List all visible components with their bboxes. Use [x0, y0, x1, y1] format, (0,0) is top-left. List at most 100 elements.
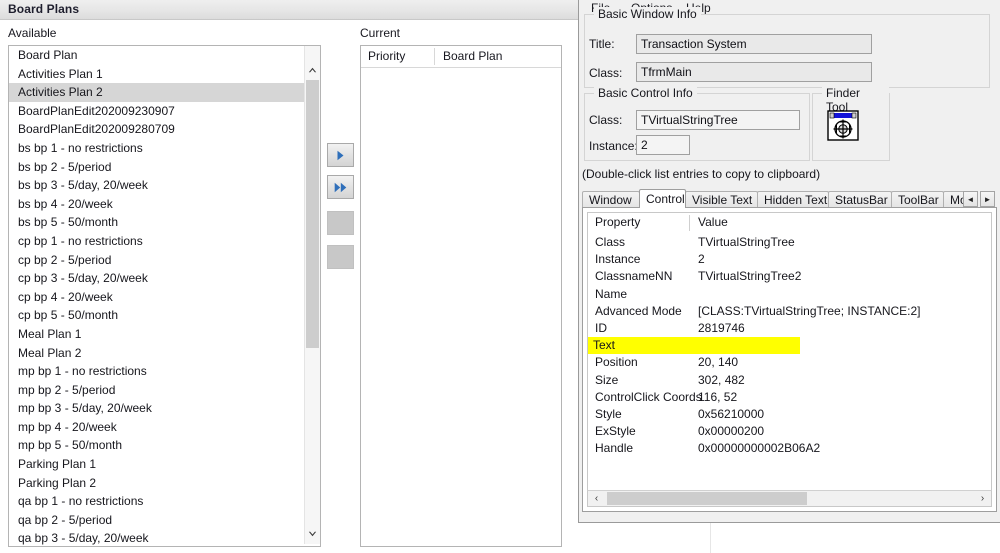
list-item[interactable]: bs bp 5 - 50/month: [9, 213, 305, 232]
property-name: Name: [595, 286, 628, 301]
list-item[interactable]: qa bp 2 - 5/period: [9, 511, 305, 530]
property-list-panel: Property Value Class TVirtualStringTree In…: [582, 207, 997, 512]
property-rows[interactable]: Class TVirtualStringTree Instance 2 Classnam…: [588, 234, 991, 457]
property-name: Class: [595, 235, 626, 249]
list-item[interactable]: cp bp 3 - 5/day, 20/week: [9, 269, 305, 288]
control-class-field[interactable]: TVirtualStringTree: [636, 110, 800, 130]
property-value: 2819746: [698, 320, 745, 335]
move-left-button: [327, 211, 354, 235]
available-list[interactable]: Board Plan Activities Plan 1 Activities Pl…: [9, 46, 305, 546]
table-row[interactable]: Instance 2: [588, 251, 991, 268]
table-row[interactable]: ID 2819746: [588, 320, 991, 337]
table-row[interactable]: Style 0x56210000: [588, 406, 991, 423]
title-field-label: Title:: [589, 37, 615, 51]
property-list-hscrollbar[interactable]: ‹ ›: [587, 490, 992, 507]
table-row[interactable]: ExStyle 0x00000200: [588, 423, 991, 440]
tab-visible-text[interactable]: Visible Text: [685, 191, 758, 208]
control-class-label: Class:: [589, 113, 623, 127]
list-item[interactable]: Activities Plan 2: [9, 83, 305, 102]
property-name: Text: [593, 338, 616, 353]
list-item[interactable]: mp bp 4 - 20/week: [9, 418, 305, 437]
window-class-field[interactable]: TfrmMain: [636, 62, 872, 82]
list-item[interactable]: Activities Plan 1: [9, 65, 305, 84]
table-row[interactable]: Name: [588, 286, 991, 303]
property-name: Instance: [595, 252, 641, 267]
list-item[interactable]: bs bp 3 - 5/day, 20/week: [9, 176, 305, 195]
page-title: Board Plans: [8, 2, 80, 16]
property-name: Advanced Mode: [595, 303, 682, 318]
property-name: Position: [595, 355, 638, 370]
table-row[interactable]: Advanced Mode [CLASS:TVirtualStringTree; …: [588, 303, 991, 320]
current-listview-header: Priority Board Plan: [361, 46, 561, 68]
table-row[interactable]: Class TVirtualStringTree: [588, 234, 991, 251]
table-row[interactable]: Position 20, 140: [588, 354, 991, 371]
property-value: TVirtualStringTree2: [698, 269, 802, 284]
property-value: 0x00000000002B06A2: [698, 441, 821, 456]
list-item[interactable]: mp bp 5 - 50/month: [9, 436, 305, 455]
move-right-button[interactable]: [327, 143, 354, 167]
list-item[interactable]: bs bp 4 - 20/week: [9, 195, 305, 214]
property-name: Size: [595, 372, 619, 387]
hscrollbar-thumb[interactable]: [607, 492, 807, 505]
list-item[interactable]: cp bp 1 - no restrictions: [9, 232, 305, 251]
property-name: Handle: [595, 441, 634, 456]
list-item[interactable]: cp bp 2 - 5/period: [9, 251, 305, 270]
table-row[interactable]: ControlClick Coords 116, 52: [588, 389, 991, 406]
tab-strip[interactable]: Window Control Visible Text Hidden Text Stat…: [582, 189, 997, 208]
list-item[interactable]: qa bp 1 - no restrictions: [9, 492, 305, 511]
tab-toolbar[interactable]: ToolBar: [891, 191, 944, 208]
table-row[interactable]: Size 302, 482: [588, 372, 991, 389]
property-value: 0x00000200: [698, 424, 765, 439]
list-item[interactable]: mp bp 2 - 5/period: [9, 381, 305, 400]
tab-statusbar[interactable]: StatusBar: [828, 191, 892, 208]
scroll-down-icon[interactable]: [305, 526, 320, 542]
list-item[interactable]: Parking Plan 1: [9, 455, 305, 474]
finder-target-icon[interactable]: [827, 110, 859, 141]
column-header-board-plan[interactable]: Board Plan: [443, 49, 502, 63]
property-name: ID: [595, 320, 607, 335]
list-item[interactable]: BoardPlanEdit202009280709: [9, 120, 305, 139]
list-item[interactable]: cp bp 5 - 50/month: [9, 306, 305, 325]
tab-scroll-left-icon[interactable]: ◄: [963, 191, 978, 207]
table-row[interactable]: Handle 0x00000000002B06A2: [588, 440, 991, 457]
property-value: 2: [698, 252, 705, 267]
table-row[interactable]: ClassnameNN TVirtualStringTree2: [588, 268, 991, 285]
list-item[interactable]: bs bp 1 - no restrictions: [9, 139, 305, 158]
list-item[interactable]: Meal Plan 1: [9, 325, 305, 344]
list-item[interactable]: mp bp 3 - 5/day, 20/week: [9, 399, 305, 418]
list-item[interactable]: bs bp 2 - 5/period: [9, 158, 305, 177]
control-instance-field[interactable]: 2: [636, 135, 690, 155]
list-item[interactable]: BoardPlanEdit202009230907: [9, 102, 305, 121]
available-list-scrollbar[interactable]: [304, 46, 320, 544]
scroll-right-icon[interactable]: ›: [975, 491, 990, 506]
move-all-right-button[interactable]: [327, 175, 354, 199]
column-header-value[interactable]: Value: [698, 215, 728, 229]
tab-hidden-text[interactable]: Hidden Text: [757, 191, 829, 208]
scrollbar-thumb[interactable]: [306, 80, 319, 348]
scroll-up-icon[interactable]: [305, 62, 320, 78]
list-item[interactable]: mp bp 1 - no restrictions: [9, 362, 305, 381]
list-item[interactable]: Board Plan: [9, 46, 305, 65]
list-item[interactable]: Parking Plan 2: [9, 474, 305, 493]
list-item[interactable]: qa bp 3 - 5/day, 20/week: [9, 529, 305, 546]
list-item[interactable]: Meal Plan 2: [9, 344, 305, 363]
tab-control[interactable]: Control: [639, 189, 686, 208]
property-value: 0x56210000: [698, 406, 765, 421]
basic-window-info-title: Basic Window Info: [594, 7, 701, 21]
list-item[interactable]: cp bp 4 - 20/week: [9, 288, 305, 307]
table-row[interactable]: Text: [588, 337, 800, 355]
scroll-left-icon[interactable]: ‹: [589, 491, 604, 506]
current-listview[interactable]: Priority Board Plan: [360, 45, 562, 547]
copy-hint-text: (Double-click list entries to copy to cl…: [582, 167, 821, 181]
column-header-priority[interactable]: Priority: [368, 49, 405, 63]
property-column-divider: [689, 215, 690, 231]
available-listbox[interactable]: Board Plan Activities Plan 1 Activities Pl…: [8, 45, 321, 547]
column-header-property[interactable]: Property: [595, 215, 640, 229]
property-list-header: Property Value: [588, 213, 991, 233]
tab-scroll-right-icon[interactable]: ►: [980, 191, 995, 207]
property-list-inner[interactable]: Property Value Class TVirtualStringTree In…: [587, 212, 992, 507]
property-value: TVirtualStringTree: [698, 235, 795, 249]
window-title-field[interactable]: Transaction System: [636, 34, 872, 54]
property-value: 116, 52: [698, 389, 738, 404]
tab-window[interactable]: Window: [582, 191, 640, 208]
